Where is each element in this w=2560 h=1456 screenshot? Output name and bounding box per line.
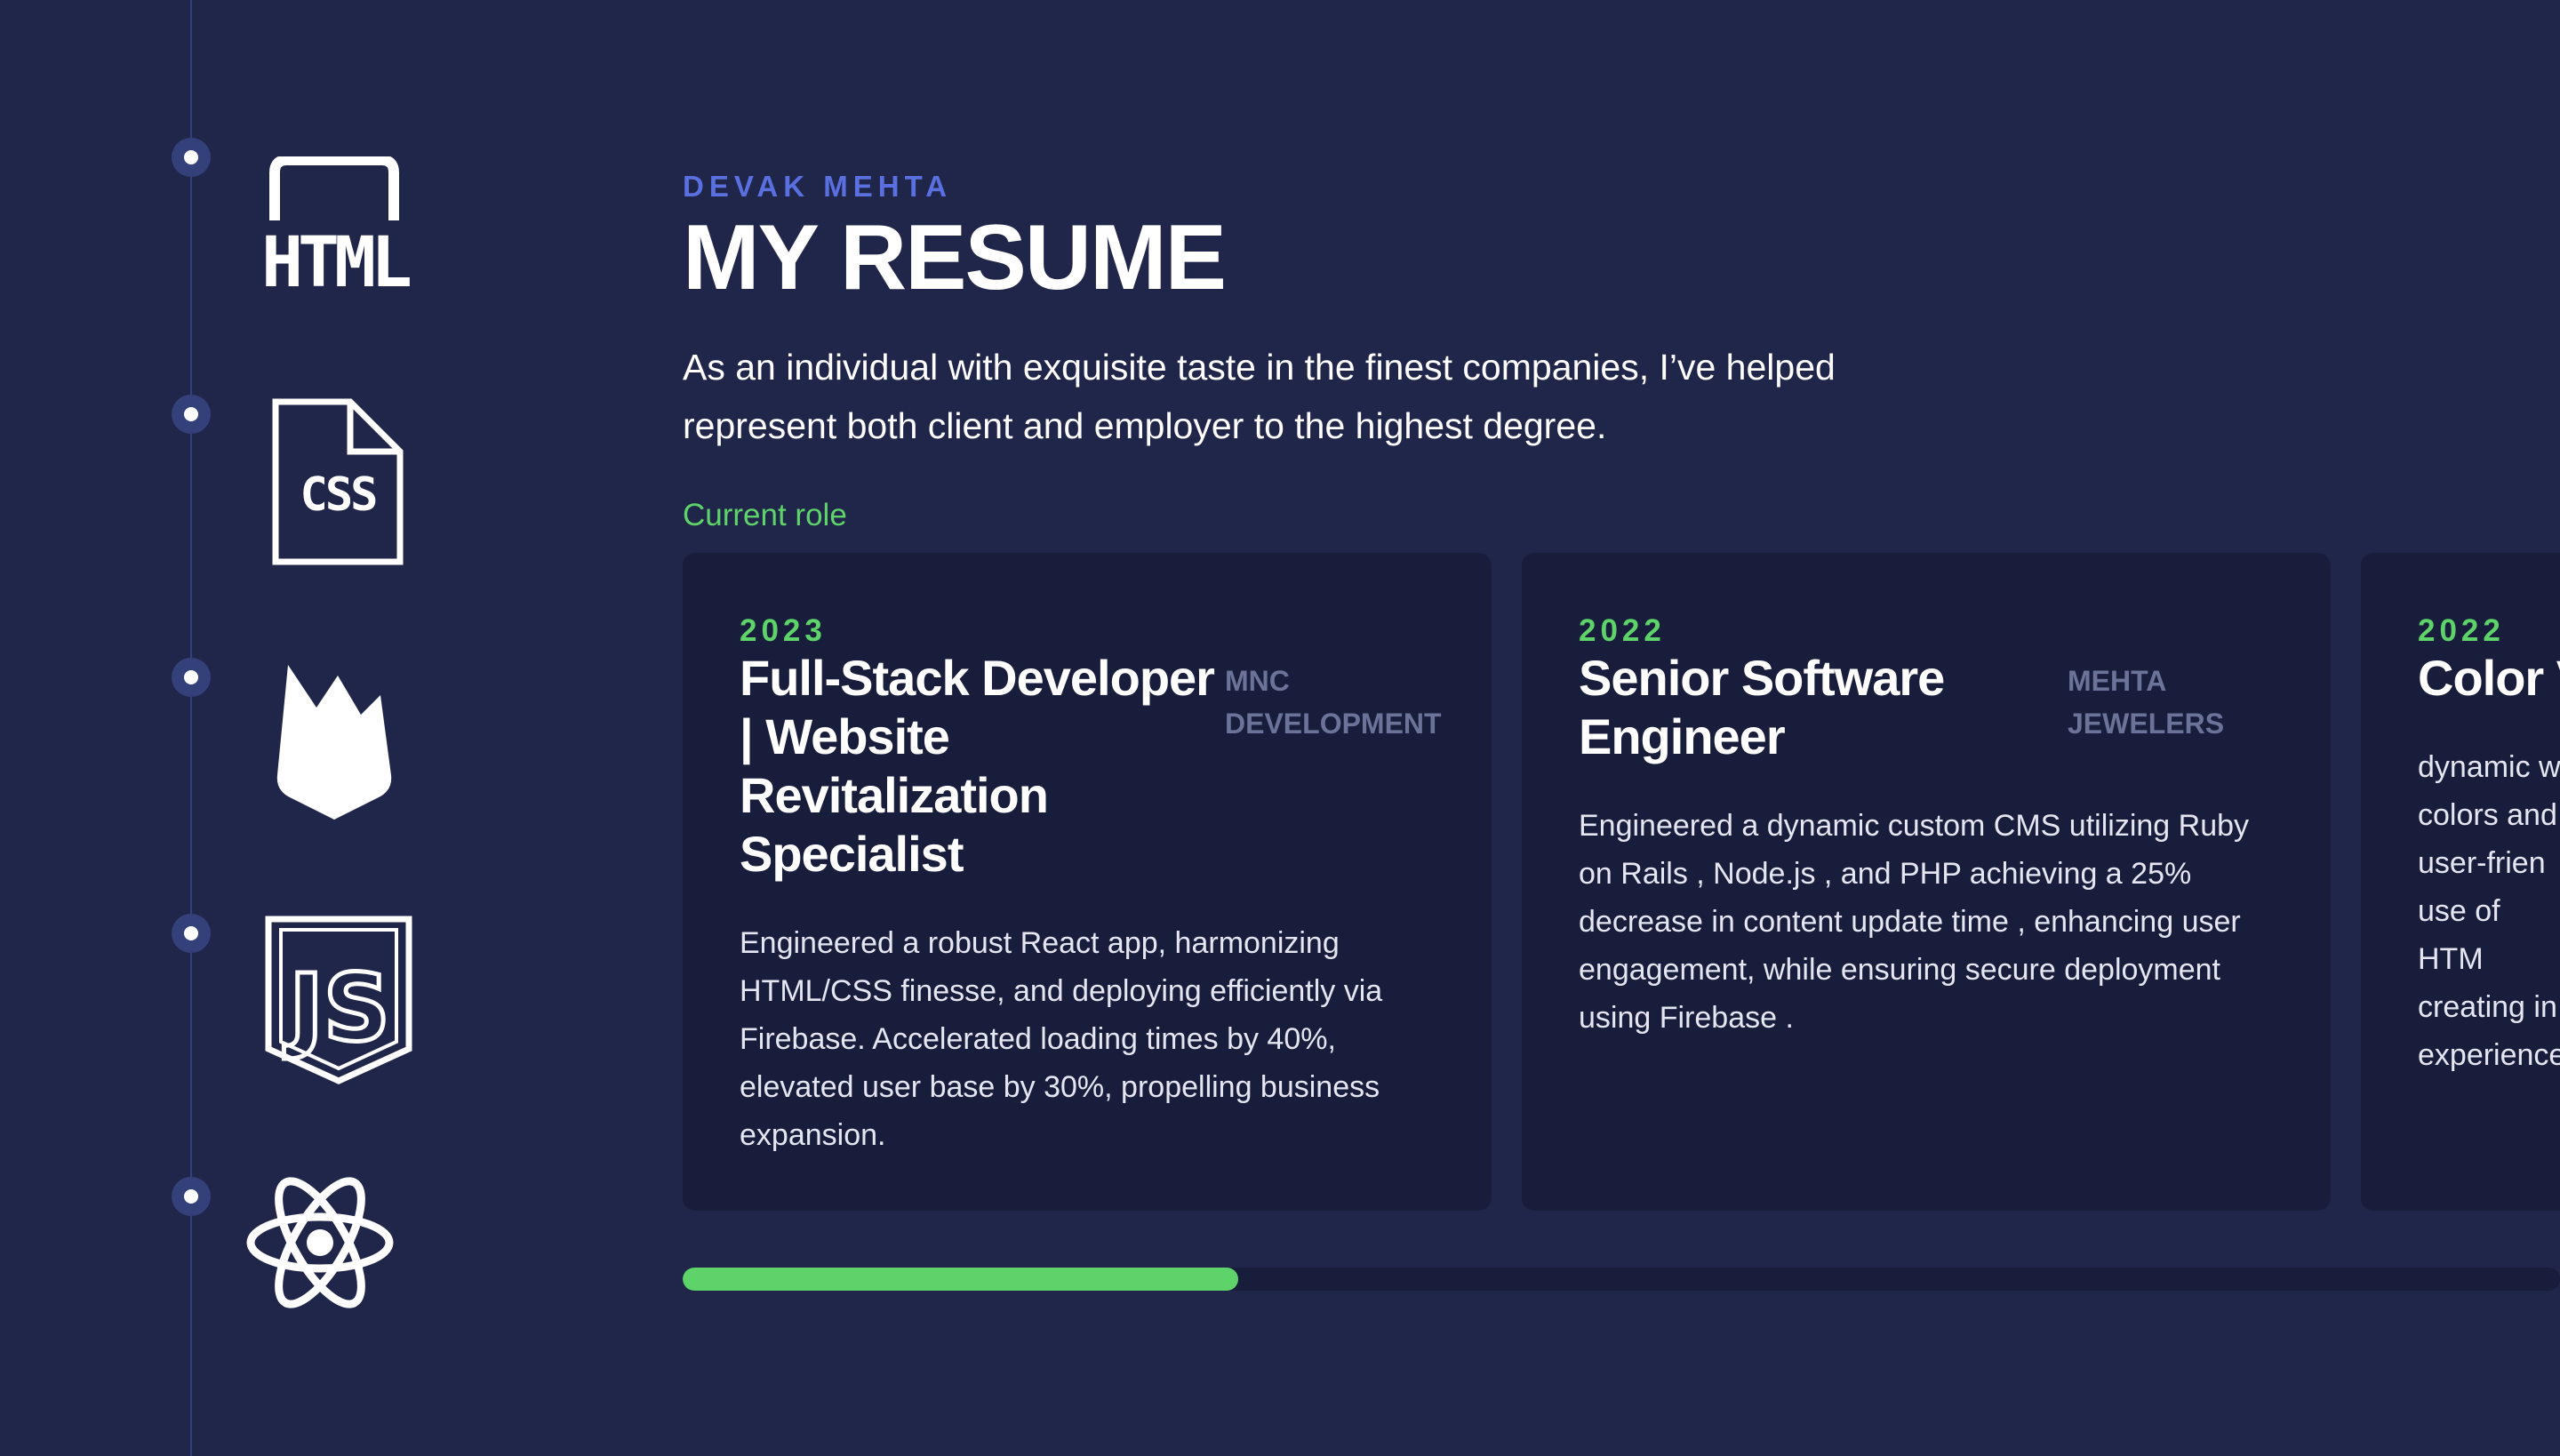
react-icon (246, 1177, 394, 1308)
card-year: 2022 (2418, 613, 2505, 648)
author-name: DEVAK MEHTA (683, 170, 953, 203)
timeline-dot (172, 395, 211, 434)
card-year: 2022 (1579, 613, 1666, 648)
card-description: Engineered a dynamic custom CMS utilizin… (1579, 809, 2250, 1035)
page-title: MY RESUME (683, 206, 1227, 309)
carousel-scrollbar-thumb[interactable] (683, 1268, 1239, 1291)
timeline-dot (172, 914, 211, 953)
intro-text: As an individual with exquisite taste in… (683, 347, 1836, 446)
firebase-icon (276, 665, 392, 820)
experience-card[interactable]: 2022 Senior Software Engineer MEHTA JEWE… (1522, 553, 2331, 1211)
css-icon-text: CSS (300, 468, 377, 522)
html-icon-text: HTML (261, 223, 410, 292)
experience-card[interactable]: 2023 Full-Stack Developer | Website Revi… (683, 553, 1492, 1211)
card-description: Engineered a robust React app, harmonizi… (740, 926, 1383, 1152)
card-year: 2023 (740, 613, 827, 648)
experience-card[interactable]: 2022 Color V dynamic w colors and user-f… (2361, 553, 2560, 1211)
timeline-dot (172, 658, 211, 697)
card-role: Color V (2418, 650, 2560, 706)
timeline-dot (172, 1177, 211, 1216)
carousel-scrollbar[interactable] (683, 1268, 2560, 1291)
card-role: Full-Stack Developer | Website Revitaliz… (740, 650, 1215, 882)
resume-header: DEVAK MEHTA MY RESUME (683, 169, 1927, 311)
js-icon-text: JS (284, 954, 390, 1062)
current-role-label: Current role (683, 498, 847, 532)
css-icon: CSS (272, 398, 404, 565)
javascript-icon: JS (265, 916, 412, 1084)
card-description: dynamic w colors and user-frien use of H… (2418, 750, 2560, 1072)
experience-carousel[interactable]: 2023 Full-Stack Developer | Website Revi… (683, 553, 2560, 1211)
card-company: MEHTA JEWELERS (2068, 665, 2225, 740)
html-icon: HTML (261, 156, 415, 292)
card-company: MNC DEVELOPMENT (1225, 665, 1442, 740)
timeline-line (190, 0, 192, 1456)
timeline-dot (172, 138, 211, 177)
card-role: Senior Software Engineer (1579, 650, 1945, 764)
